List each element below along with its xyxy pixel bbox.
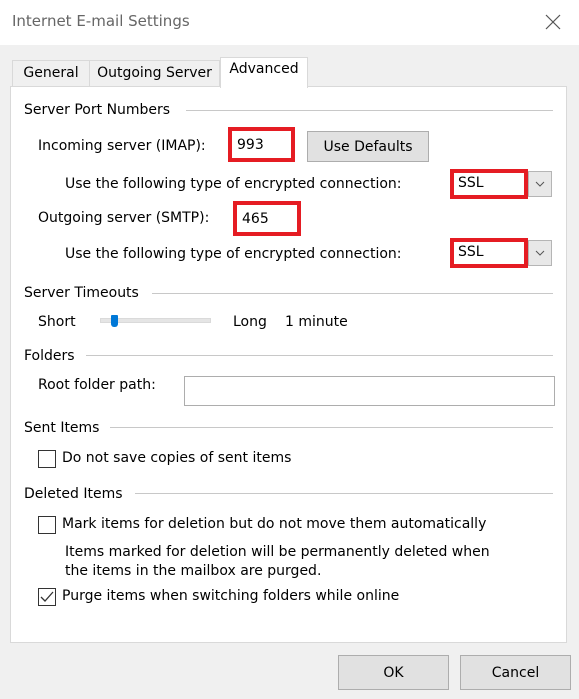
outgoing-encryption-value[interactable]: SSL [450,238,528,268]
tab-general[interactable]: General [12,60,90,87]
section-divider [186,110,553,111]
do-not-save-sent-label[interactable]: Do not save copies of sent items [62,450,291,466]
timeout-slider-thumb[interactable] [111,315,118,327]
outgoing-server-label: Outgoing server (SMTP): [38,210,210,226]
section-divider [110,427,553,428]
timeout-slider[interactable] [100,315,211,327]
section-divider [86,355,553,356]
window-title: Internet E-mail Settings [12,12,190,30]
tab-outgoing-server[interactable]: Outgoing Server [89,60,220,87]
section-deleted-items: Deleted Items [24,486,123,502]
title-bar: Internet E-mail Settings [0,0,579,45]
incoming-encryption-dropdown-button[interactable] [528,171,552,197]
mark-note-line2: the items in the mailbox are purged. [65,563,322,579]
use-defaults-button[interactable]: Use Defaults [307,131,429,162]
incoming-encryption-value[interactable]: SSL [450,169,528,199]
section-folders: Folders [24,348,75,364]
ok-button[interactable]: OK [338,655,449,690]
section-divider [152,293,553,294]
section-server-timeouts: Server Timeouts [24,285,139,301]
do-not-save-sent-checkbox[interactable] [38,450,56,468]
checkmark-icon [40,591,54,602]
timeout-short-label: Short [38,314,76,330]
section-sent-items: Sent Items [24,420,100,436]
outgoing-port-input[interactable] [233,201,301,236]
timeout-value: 1 minute [285,314,348,330]
incoming-encryption-label: Use the following type of encrypted conn… [65,176,402,192]
root-folder-path-label: Root folder path: [38,377,156,393]
close-icon [545,14,561,30]
timeout-long-label: Long [233,314,267,330]
close-button[interactable] [538,8,568,36]
incoming-encryption-select[interactable]: SSL [450,169,553,199]
root-folder-path-input[interactable] [184,376,555,406]
outgoing-encryption-label: Use the following type of encrypted conn… [65,246,402,262]
outgoing-encryption-select[interactable]: SSL [450,238,553,268]
tab-advanced[interactable]: Advanced [220,57,308,88]
chevron-down-icon [535,250,545,256]
section-server-port-numbers: Server Port Numbers [24,102,171,118]
mark-for-deletion-checkbox[interactable] [38,516,56,534]
incoming-server-label: Incoming server (IMAP): [38,138,206,154]
mark-note-line1: Items marked for deletion will be perman… [65,544,490,560]
cancel-button[interactable]: Cancel [460,655,571,690]
purge-items-label[interactable]: Purge items when switching folders while… [62,588,399,604]
incoming-port-input[interactable] [228,127,295,162]
outgoing-encryption-dropdown-button[interactable] [528,240,552,266]
purge-items-checkbox[interactable] [38,588,56,606]
mark-for-deletion-label[interactable]: Mark items for deletion but do not move … [62,516,486,532]
section-divider [135,493,553,494]
chevron-down-icon [535,181,545,187]
